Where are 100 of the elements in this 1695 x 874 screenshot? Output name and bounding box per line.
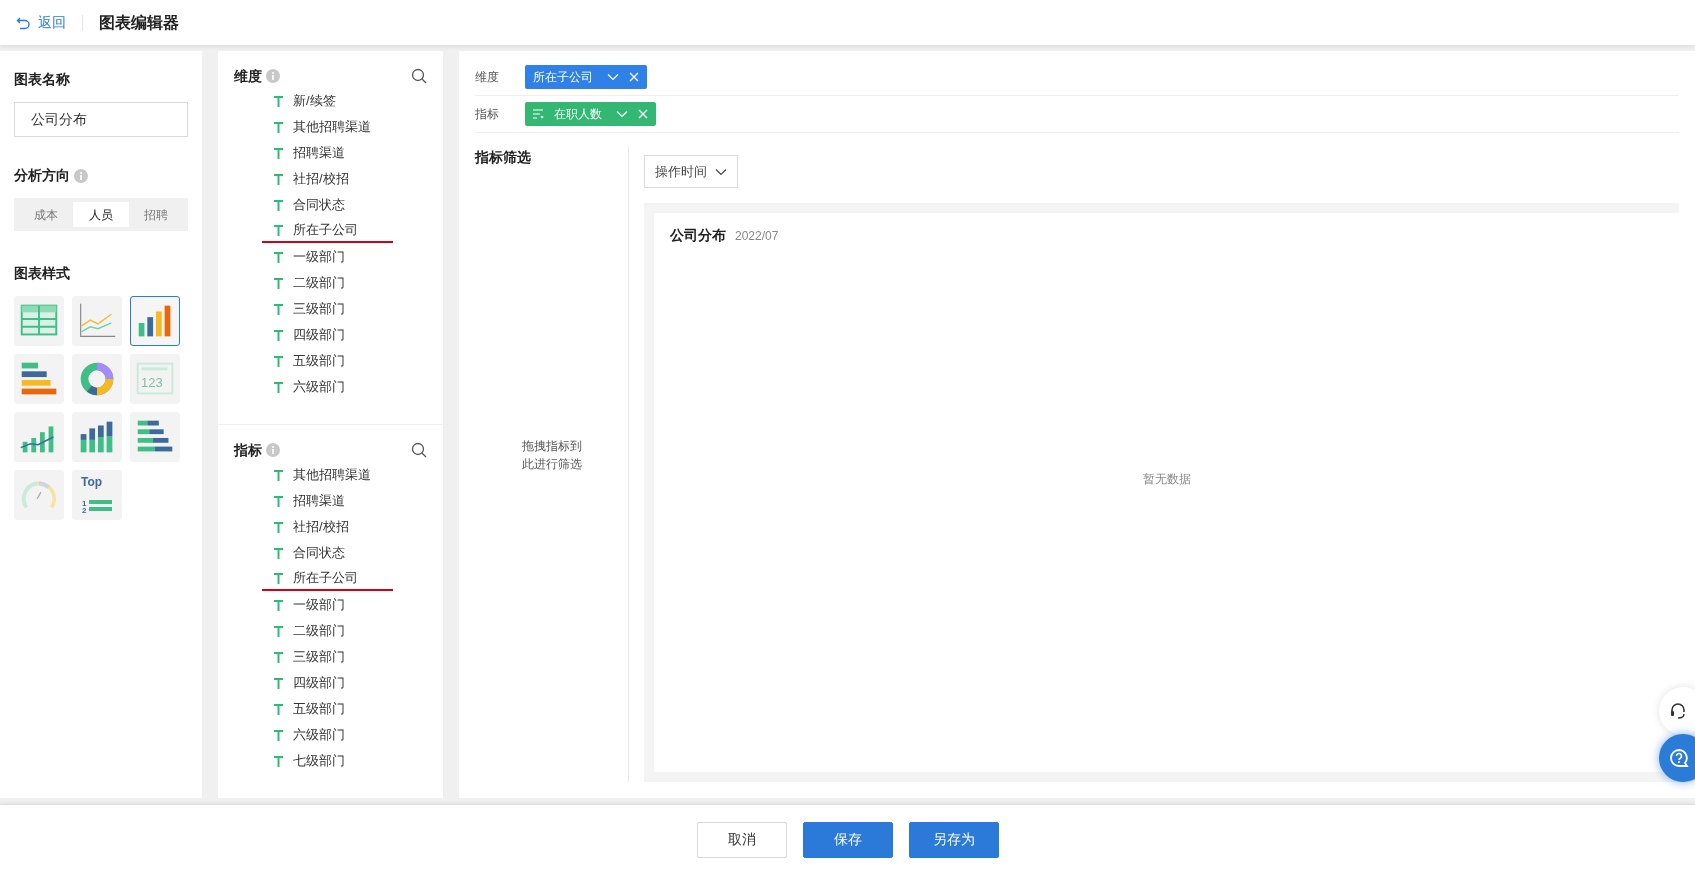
field-label: 三级部门 [293, 648, 345, 667]
field-item[interactable]: 六级部门 [274, 375, 427, 399]
primary-button[interactable]: 保存 [802, 821, 893, 858]
field-label: 招聘渠道 [293, 144, 345, 163]
section-title: 图表名称 [14, 70, 71, 89]
field-item[interactable]: 招聘渠道 [274, 489, 427, 513]
field-item[interactable]: 四级部门 [274, 671, 427, 695]
field-label: 二级部门 [293, 274, 345, 293]
search-icon[interactable] [411, 442, 427, 458]
list-bars-icon [89, 500, 112, 511]
page-title: 图表编辑器 [99, 12, 179, 33]
segment-tab[interactable]: 招聘 [128, 202, 184, 227]
field-item[interactable]: 合同状态 [274, 541, 427, 565]
rank-label: 2 [82, 507, 87, 515]
text-type-icon [274, 95, 283, 107]
close-icon[interactable] [629, 72, 639, 82]
field-label: 五级部门 [293, 700, 345, 719]
field-item[interactable]: 一级部门 [274, 245, 427, 269]
section-title: 维度 [234, 66, 262, 86]
field-item[interactable]: 社招/校招 [274, 515, 427, 539]
field-label: 一级部门 [293, 596, 345, 615]
text-type-icon [274, 651, 283, 663]
search-icon[interactable] [411, 68, 427, 84]
rank-label: 1 [82, 500, 87, 508]
section-title: 图表样式 [14, 264, 71, 283]
text-type-icon [274, 355, 283, 367]
field-label: 其他招聘渠道 [293, 118, 371, 137]
text-type-icon [274, 521, 283, 533]
slot-label: 指标 [475, 106, 499, 123]
text-type-icon [274, 703, 283, 715]
field-item[interactable]: 所在子公司 [262, 219, 393, 243]
chart-title: 公司分布 [670, 226, 726, 245]
top-label: Top [81, 476, 103, 489]
chart-name-field[interactable]: 公司分布 [14, 102, 188, 137]
section-title: 指标筛选 [475, 148, 532, 167]
close-icon[interactable] [638, 109, 648, 119]
back-link[interactable]: 返回 [16, 12, 66, 33]
field-label: 七级部门 [293, 752, 345, 771]
cancel-button[interactable]: 取消 [696, 821, 787, 858]
text-type-icon [274, 469, 283, 481]
chart-type-button[interactable] [130, 296, 180, 346]
field-label: 新/续签 [293, 92, 336, 111]
help-chat-icon [1669, 748, 1689, 768]
time-dropdown[interactable]: 操作时间 [644, 155, 738, 188]
field-label: 四级部门 [293, 674, 345, 693]
headset-icon [1669, 702, 1687, 720]
field-label: 合同状态 [293, 196, 345, 215]
primary-button[interactable]: 另存为 [908, 821, 999, 858]
field-item[interactable]: 合同状态 [274, 193, 427, 217]
segment-tab[interactable]: 成本 [18, 202, 74, 227]
text-type-icon [274, 329, 283, 341]
text-type-icon [274, 121, 283, 133]
text-type-icon [274, 625, 283, 637]
segment-tab[interactable]: 人员 [73, 202, 129, 227]
field-label: 社招/校招 [293, 518, 349, 537]
text-type-icon [274, 224, 283, 236]
caret-icon [715, 167, 727, 176]
field-item[interactable]: 其他招聘渠道 [274, 463, 427, 487]
text-type-icon [274, 277, 283, 289]
field-label: 所在子公司 [293, 569, 358, 588]
field-item[interactable]: 五级部门 [274, 697, 427, 721]
dimension-chip[interactable]: 所在子公司 [525, 65, 647, 89]
field-item[interactable]: 四级部门 [274, 323, 427, 347]
field-item[interactable]: 五级部门 [274, 349, 427, 373]
empty-state-text: 暂无数据 [1142, 471, 1191, 488]
text-type-icon [274, 251, 283, 263]
chart-date: 2022/07 [735, 228, 779, 245]
field-item[interactable]: 所在子公司 [262, 567, 393, 591]
section-title: 分析方向 [14, 166, 70, 185]
number-label: 123 [141, 376, 163, 390]
field-label: 所在子公司 [293, 221, 358, 240]
field-item[interactable]: 其他招聘渠道 [274, 115, 427, 139]
text-type-icon [274, 199, 283, 211]
field-label: 招聘渠道 [293, 492, 345, 511]
section-title: 指标 [234, 440, 262, 460]
field-item[interactable]: 七级部门 [274, 749, 427, 773]
text-type-icon [274, 599, 283, 611]
field-item[interactable]: 二级部门 [274, 619, 427, 643]
field-item[interactable]: 六级部门 [274, 723, 427, 747]
text-type-icon [274, 677, 283, 689]
field-label: 合同状态 [293, 544, 345, 563]
field-label: 一级部门 [293, 248, 345, 267]
caret-icon [607, 73, 619, 81]
field-item[interactable]: 新/续签 [274, 89, 427, 113]
field-item[interactable]: 三级部门 [274, 645, 427, 669]
text-type-icon [274, 381, 283, 393]
field-item[interactable]: 社招/校招 [274, 167, 427, 191]
text-type-icon [274, 572, 283, 584]
field-label: 六级部门 [293, 378, 345, 397]
undo-icon [16, 15, 30, 30]
text-type-icon [274, 303, 283, 315]
field-label: 其他招聘渠道 [293, 466, 371, 485]
field-item[interactable]: 三级部门 [274, 297, 427, 321]
text-type-icon [274, 495, 283, 507]
sort-icon [533, 109, 544, 119]
field-label: 五级部门 [293, 352, 345, 371]
field-item[interactable]: 招聘渠道 [274, 141, 427, 165]
field-item[interactable]: 一级部门 [274, 593, 427, 617]
field-item[interactable]: 二级部门 [274, 271, 427, 295]
chart-type-button[interactable]: Top 1 2 [72, 470, 122, 520]
